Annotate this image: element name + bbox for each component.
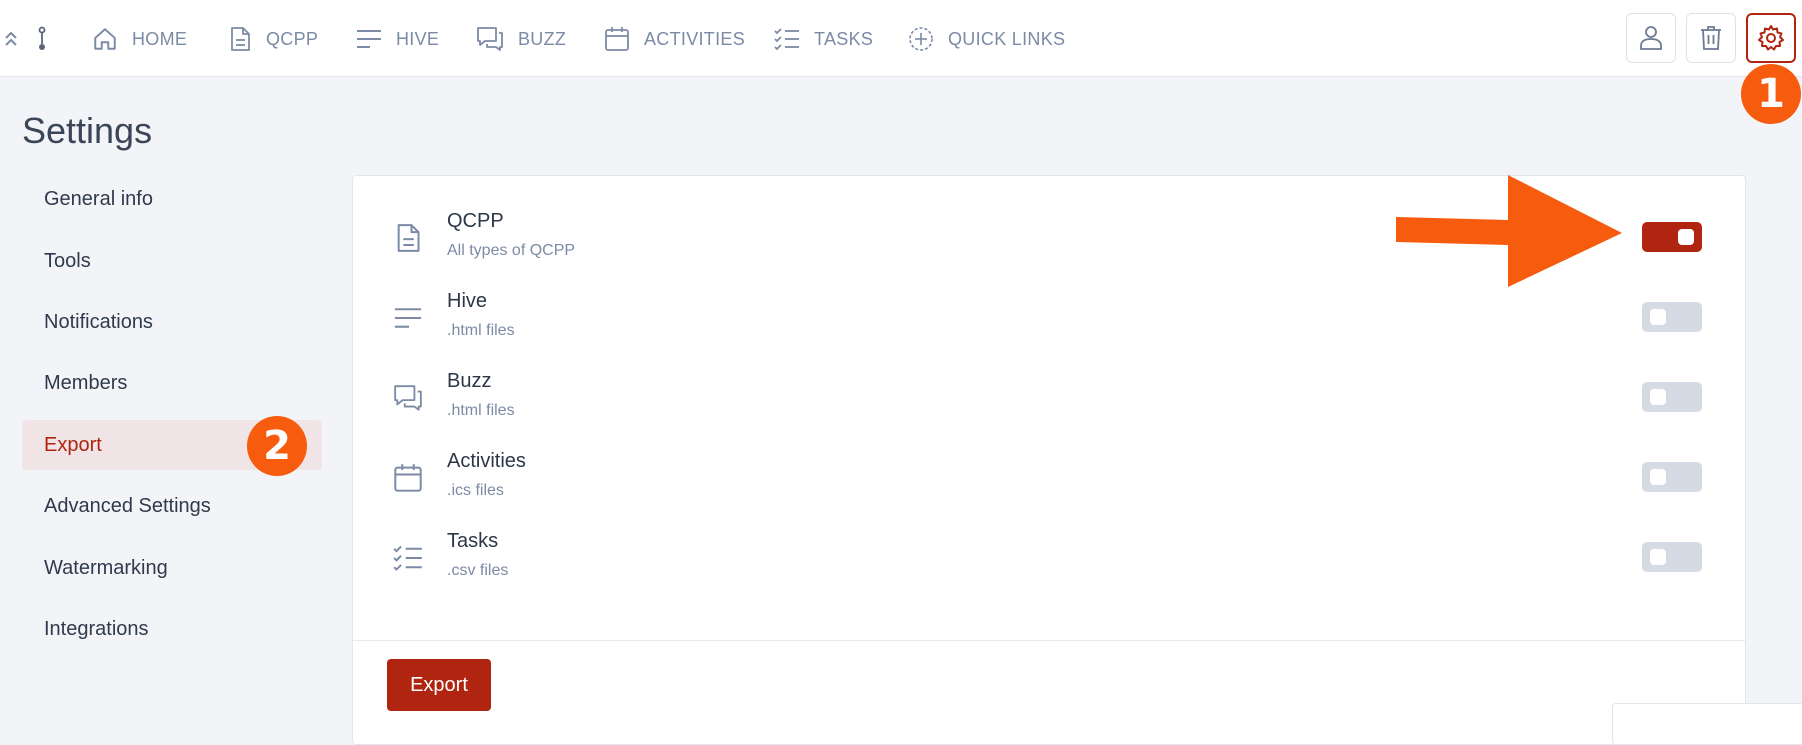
nav-item-activities[interactable]: ACTIVITIES xyxy=(604,20,745,58)
nav-item-tasks[interactable]: TASKS xyxy=(774,20,873,58)
buzz-export-toggle[interactable] xyxy=(1642,382,1702,412)
export-row-subtitle: .html files xyxy=(447,402,515,419)
export-button[interactable]: Export xyxy=(387,659,491,711)
checklist-icon xyxy=(774,28,799,51)
nav-item-quick-links[interactable]: QUICK LINKS xyxy=(908,20,1065,58)
sidebar-item-general-info[interactable]: General info xyxy=(22,174,322,224)
tasks-export-toggle[interactable] xyxy=(1642,542,1702,572)
checklist-icon xyxy=(393,545,422,571)
nav-item-home[interactable]: HOME xyxy=(92,20,187,58)
export-row-title: Activities xyxy=(447,450,526,472)
export-row-buzz: Buzz .html files xyxy=(353,368,1745,438)
nav-item-label: BUZZ xyxy=(518,28,567,49)
lines-icon xyxy=(357,30,381,48)
top-navigation-bar: HOME QCPP HIVE BUZZ ACTIVITIES TASKS QUI… xyxy=(0,0,1802,77)
sidebar-item-members[interactable]: Members xyxy=(22,358,322,408)
nav-item-label: HOME xyxy=(132,28,188,49)
calendar-icon xyxy=(394,464,422,492)
floating-panel-edge xyxy=(1612,703,1802,745)
activities-export-toggle[interactable] xyxy=(1642,462,1702,492)
calendar-icon xyxy=(605,27,629,51)
document-icon xyxy=(231,27,250,51)
nav-item-buzz[interactable]: BUZZ xyxy=(476,20,566,58)
sidebar-item-notifications[interactable]: Notifications xyxy=(22,297,322,347)
nav-item-label: HIVE xyxy=(396,28,440,49)
chat-icon xyxy=(477,27,503,51)
export-row-subtitle: .ics files xyxy=(447,482,504,499)
home-icon xyxy=(94,28,116,50)
export-row-subtitle: .html files xyxy=(447,322,515,339)
lines-icon xyxy=(394,308,422,328)
toggle-knob xyxy=(1650,309,1666,325)
sidebar-item-advanced-settings[interactable]: Advanced Settings xyxy=(22,481,322,531)
chat-icon xyxy=(394,385,422,411)
export-row-hive: Hive .html files xyxy=(353,288,1745,358)
export-row-subtitle: All types of QCPP xyxy=(447,242,576,259)
toggle-knob xyxy=(1650,389,1666,405)
trash-button[interactable] xyxy=(1686,13,1736,63)
hive-export-toggle[interactable] xyxy=(1642,302,1702,332)
sidebar-item-tools[interactable]: Tools xyxy=(22,236,322,286)
toggle-knob xyxy=(1678,229,1694,245)
plus-circle-icon xyxy=(909,27,933,51)
nav-item-qcpp[interactable]: QCPP xyxy=(228,20,318,58)
annotation-step-2-badge: 2 xyxy=(247,416,307,476)
toggle-knob xyxy=(1650,469,1666,485)
export-row-activities: Activities .ics files xyxy=(353,448,1745,518)
export-row-title: Buzz xyxy=(447,370,492,392)
nav-item-label: QUICK LINKS xyxy=(948,28,1066,49)
document-icon xyxy=(397,224,420,252)
export-row-tasks: Tasks .csv files xyxy=(353,528,1745,598)
user-icon xyxy=(1640,26,1662,50)
sidebar-item-integrations[interactable]: Integrations xyxy=(22,604,322,654)
nav-item-label: TASKS xyxy=(814,28,874,49)
trash-icon xyxy=(1701,26,1721,50)
settings-button[interactable] xyxy=(1746,13,1796,63)
nav-item-hive[interactable]: HIVE xyxy=(356,20,439,58)
annotation-arrow-icon xyxy=(1396,175,1622,287)
drag-handle-icon[interactable] xyxy=(36,24,48,54)
export-row-subtitle: .csv files xyxy=(447,562,509,579)
nav-item-label: ACTIVITIES xyxy=(644,28,746,49)
nav-item-label: QCPP xyxy=(266,28,319,49)
export-row-title: Hive xyxy=(447,290,488,312)
card-divider xyxy=(353,640,1745,641)
collapse-chevrons-icon[interactable] xyxy=(3,24,19,54)
page-title: Settings xyxy=(22,110,153,151)
sidebar-item-watermarking[interactable]: Watermarking xyxy=(22,543,322,593)
annotation-step-1-badge: 1 xyxy=(1741,64,1801,124)
export-row-title: QCPP xyxy=(447,210,504,232)
profile-button[interactable] xyxy=(1626,13,1676,63)
export-row-title: Tasks xyxy=(447,530,499,552)
gear-icon xyxy=(1758,25,1784,51)
qcpp-export-toggle[interactable] xyxy=(1642,222,1702,252)
toggle-knob xyxy=(1650,549,1666,565)
